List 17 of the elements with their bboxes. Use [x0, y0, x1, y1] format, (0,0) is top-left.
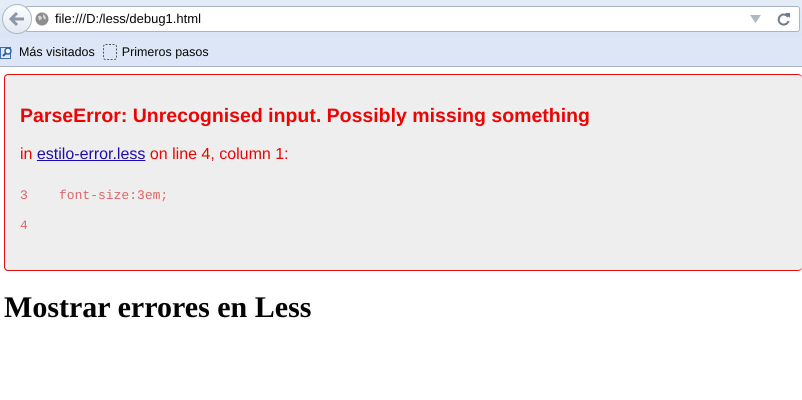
address-text: file:///D:/less/debug1.html — [55, 11, 202, 26]
bookmark-link[interactable]: Primeros pasos — [122, 44, 209, 58]
reload-icon[interactable] — [777, 12, 791, 26]
bookmark-link[interactable]: Más visitados — [19, 44, 95, 58]
file-link[interactable]: estilo-error.less — [36, 146, 146, 163]
error-message: in estilo-error.less on line 4, column 1: — [20, 146, 290, 164]
blank-page-icon — [102, 44, 117, 60]
page-heading: Mostrar errores en Less — [4, 291, 312, 325]
back-arrow-icon — [8, 10, 26, 26]
code-line: font-size:3em; — [59, 188, 168, 205]
dropdown-icon[interactable] — [750, 14, 761, 22]
address-bar[interactable]: file:///D:/less/debug1.html — [26, 6, 800, 32]
line-number: 3 — [20, 188, 29, 205]
line-number: 4 — [20, 218, 29, 235]
globe-icon — [35, 12, 49, 26]
error-title: ParseError: Unrecognised input. Possibly missing something — [20, 105, 591, 128]
back-button[interactable] — [2, 4, 32, 34]
